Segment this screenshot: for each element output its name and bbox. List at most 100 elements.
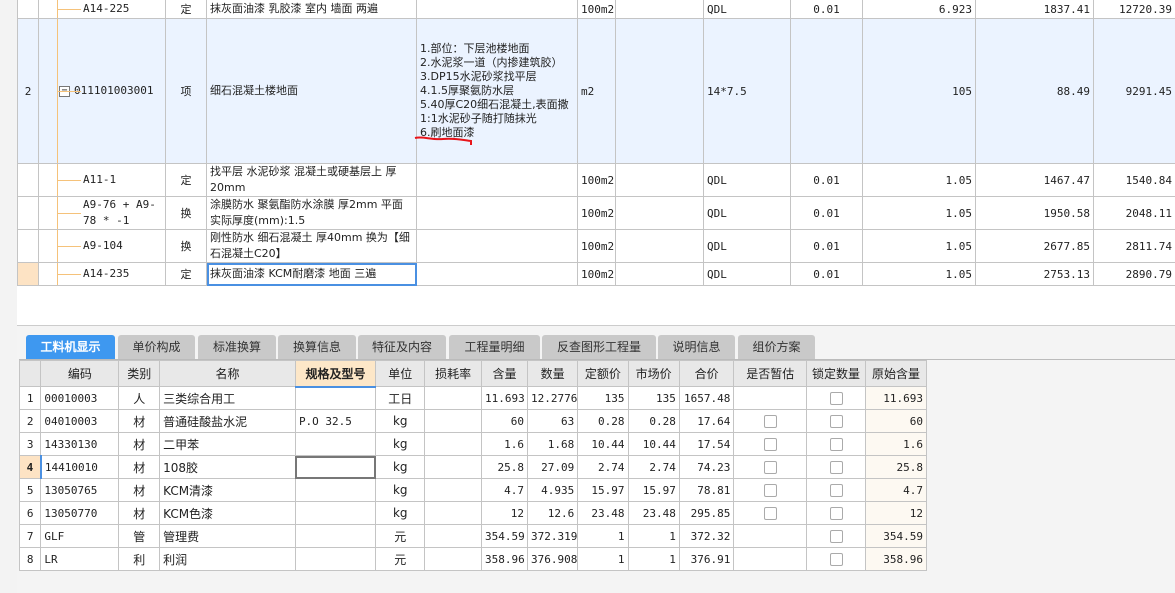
item-expr[interactable] <box>615 262 704 286</box>
resource-spec[interactable] <box>294 547 377 571</box>
item-qty-expr[interactable]: 14*7.5 <box>703 18 791 164</box>
lock-quantity-checkbox[interactable] <box>829 460 843 474</box>
item-unit[interactable]: 100m2 <box>577 229 616 263</box>
item-qty-expr[interactable]: QDL <box>703 196 791 230</box>
column-header[interactable]: 定额价 <box>577 360 629 387</box>
resource-unit[interactable]: kg <box>375 478 426 502</box>
tab-2[interactable]: 标准换算 <box>198 335 276 359</box>
resource-row[interactable]: 4 14410010 材 108胶 kg 25.8 27.09 2.74 2.74 74.23 25… <box>18 455 928 479</box>
item-name[interactable]: 抹灰面油漆 乳胶漆 室内 墙面 两遍 <box>206 0 417 19</box>
row-number[interactable] <box>17 163 39 197</box>
resource-spec[interactable]: P.O 32.5 <box>294 409 377 433</box>
lock-quantity-checkbox[interactable] <box>829 552 843 566</box>
resource-quantity[interactable]: 12.27765 <box>526 386 579 410</box>
item-expr[interactable] <box>615 196 704 230</box>
resource-code[interactable]: 13050770 <box>40 501 120 525</box>
item-unit[interactable]: m2 <box>577 18 616 164</box>
column-header[interactable]: 原始含量 <box>864 360 928 387</box>
column-header[interactable]: 损耗率 <box>424 360 482 387</box>
resource-spec[interactable] <box>294 455 377 479</box>
resource-row[interactable]: 100010003人三类综合用工工日11.69312.2776513513516… <box>18 386 928 410</box>
item-name[interactable]: 刚性防水 细石混凝土 厚40mm 换为【细石混凝土C20】 <box>206 229 417 263</box>
item-expr[interactable] <box>615 18 704 164</box>
item-unit[interactable]: 100m2 <box>577 262 616 286</box>
resource-row[interactable]: 8 LR 利利润元 358.96 376.908 1 1 376.91 358.96 <box>18 547 928 571</box>
column-header[interactable]: 规格及型号 <box>294 360 377 388</box>
item-features[interactable] <box>416 229 578 263</box>
resource-market-price[interactable]: 10.44 <box>627 432 680 456</box>
provisional-estimate-checkbox[interactable] <box>763 437 777 451</box>
item-features[interactable] <box>416 163 578 197</box>
resource-market-price[interactable]: 15.97 <box>627 478 680 502</box>
resource-unit[interactable]: kg <box>375 409 426 433</box>
lock-quantity-checkbox[interactable] <box>829 483 843 497</box>
item-expr[interactable] <box>615 0 704 19</box>
item-features[interactable] <box>416 0 578 19</box>
resource-quantity[interactable]: 372.3195 <box>526 524 579 548</box>
resource-name[interactable]: 普通硅酸盐水泥 <box>159 409 296 433</box>
item-factor[interactable]: 0.01 <box>790 0 863 19</box>
resource-category[interactable]: 利 <box>118 547 161 571</box>
resource-name[interactable]: 108胶 <box>159 455 296 479</box>
resource-unit[interactable]: kg <box>375 455 426 479</box>
resource-name[interactable]: KCM清漆 <box>159 478 296 502</box>
resource-spec[interactable] <box>294 478 377 502</box>
tab-7[interactable]: 说明信息 <box>658 335 735 359</box>
resource-spec[interactable] <box>294 501 377 525</box>
item-name[interactable]: 涂膜防水 聚氨酯防水涂膜 厚2mm 平面 实际厚度(mm):1.5 <box>206 196 417 230</box>
item-features[interactable] <box>416 262 578 286</box>
resource-quantity[interactable]: 1.68 <box>526 432 579 456</box>
resource-code[interactable]: 14410010 <box>40 455 120 479</box>
resource-content[interactable]: 1.6 <box>481 432 528 456</box>
item-unit[interactable]: 100m2 <box>577 163 616 197</box>
lock-quantity-checkbox[interactable] <box>829 529 843 543</box>
resource-code[interactable]: LR <box>40 547 120 571</box>
resource-name[interactable]: 利润 <box>159 547 296 571</box>
bill-row[interactable]: A14-225 定抹灰面油漆 乳胶漆 室内 墙面 两遍 100m2 QDL 0.01 6.… <box>17 0 1175 19</box>
column-header[interactable]: 类别 <box>118 360 161 387</box>
resource-code[interactable]: GLF <box>40 524 120 548</box>
item-code-cell[interactable]: A9-104 <box>38 229 166 263</box>
row-number[interactable]: 3 <box>18 432 42 456</box>
bill-row[interactable]: A14-235 定抹灰面油漆 KCM耐磨漆 地面 三遍 100m2 QDL 0.01 1.… <box>17 262 1175 286</box>
resource-category[interactable]: 管 <box>118 524 161 548</box>
provisional-estimate-checkbox[interactable] <box>763 483 777 497</box>
row-number[interactable]: 2 <box>17 18 39 164</box>
resource-category[interactable]: 材 <box>118 432 161 456</box>
item-quantity[interactable]: 105 <box>862 18 976 164</box>
resource-spec[interactable] <box>294 386 377 410</box>
resource-quantity[interactable]: 12.6 <box>526 501 579 525</box>
resource-loss-rate[interactable] <box>424 501 482 525</box>
resource-row[interactable]: 5 13050765 材 KCM清漆 kg 4.7 4.935 15.97 15.97 78.81… <box>18 478 928 502</box>
item-code-cell[interactable]: A14-225 <box>38 0 166 19</box>
item-qty-expr[interactable]: QDL <box>703 229 791 263</box>
row-number[interactable]: 7 <box>18 524 42 548</box>
resource-quantity[interactable]: 376.908 <box>526 547 579 571</box>
resource-unit[interactable]: kg <box>375 501 426 525</box>
resource-content[interactable]: 354.59 <box>481 524 528 548</box>
resource-code[interactable]: 04010003 <box>40 409 120 433</box>
lock-quantity-checkbox[interactable] <box>829 414 843 428</box>
resource-content[interactable]: 4.7 <box>481 478 528 502</box>
row-number[interactable] <box>17 262 39 286</box>
item-code-cell[interactable]: A14-235 <box>38 262 166 286</box>
resource-market-price[interactable]: 0.28 <box>627 409 680 433</box>
resource-row[interactable]: 3 14330130 材二甲苯 kg 1.6 1.68 10.44 10.44 17.54 1.6 <box>18 432 928 456</box>
column-header[interactable]: 单位 <box>375 360 426 387</box>
tab-1[interactable]: 单价构成 <box>118 335 195 359</box>
bill-row[interactable]: A11-1 定找平层 水泥砂浆 混凝土或硬基层上 厚20mm 100m2 QDL 0.0… <box>17 163 1175 197</box>
resource-quantity[interactable]: 63 <box>526 409 579 433</box>
resource-quantity[interactable]: 4.935 <box>526 478 579 502</box>
item-code-cell[interactable]: A11-1 <box>38 163 166 197</box>
item-code-cell[interactable]: A9-76 + A9-78 * -1 <box>38 196 166 230</box>
resource-content[interactable]: 358.96 <box>481 547 528 571</box>
provisional-estimate-checkbox[interactable] <box>763 414 777 428</box>
resource-unit[interactable]: kg <box>375 432 426 456</box>
item-name[interactable]: 抹灰面油漆 KCM耐磨漆 地面 三遍 <box>206 262 417 286</box>
column-header[interactable] <box>18 360 42 387</box>
resource-content[interactable]: 25.8 <box>481 455 528 479</box>
bill-row[interactable]: A9-76 + A9-78 * -1 换涂膜防水 聚氨酯防水涂膜 厚2mm 平面 … <box>17 196 1175 230</box>
resource-name[interactable]: KCM色漆 <box>159 501 296 525</box>
resource-name[interactable]: 二甲苯 <box>159 432 296 456</box>
resource-row[interactable]: 6 13050770 材 KCM色漆 kg 12 12.6 23.48 23.48 295.85 1… <box>18 501 928 525</box>
